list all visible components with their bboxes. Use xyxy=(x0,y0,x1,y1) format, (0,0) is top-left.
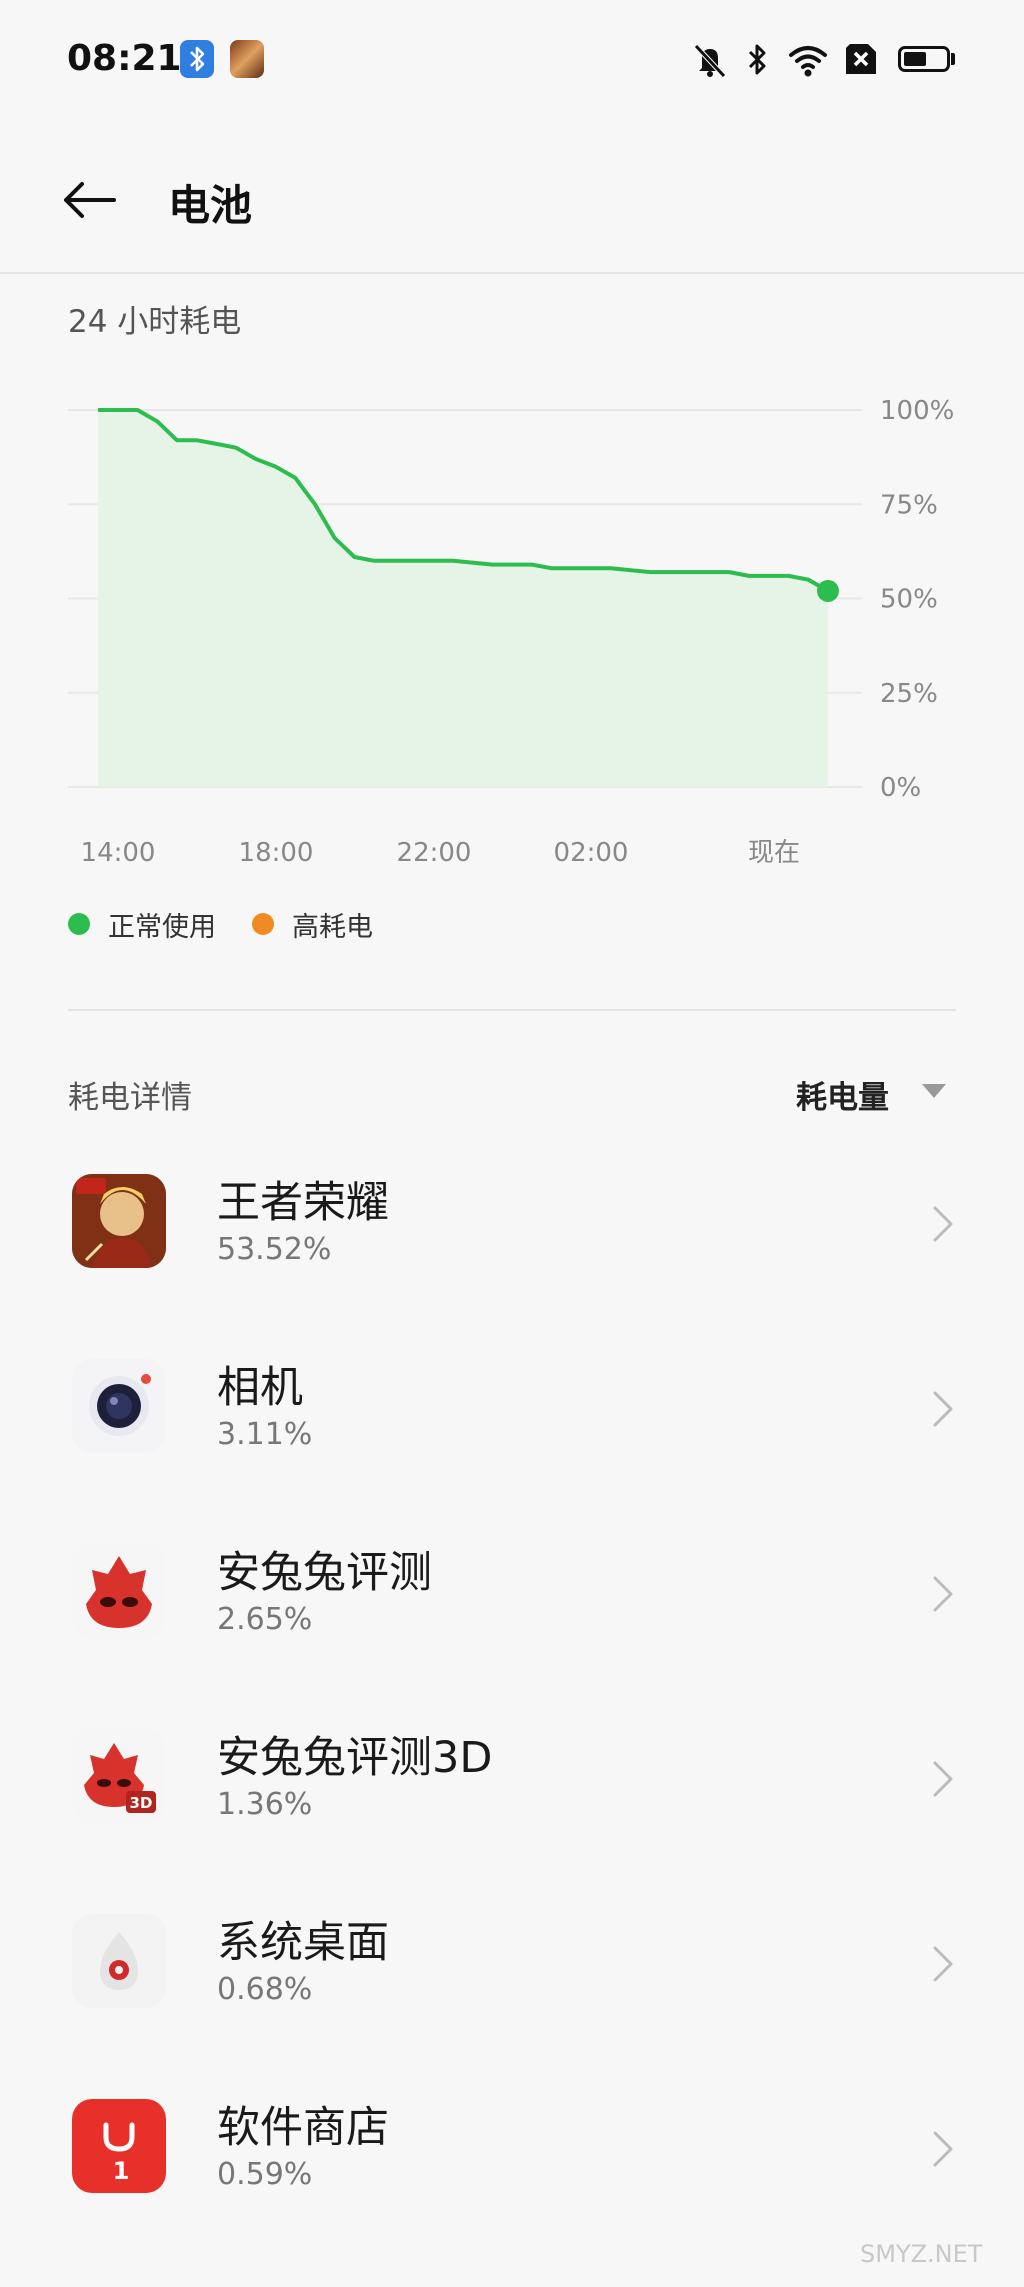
x-tick-label: 18:00 xyxy=(239,838,314,868)
app-percent: 0.68% xyxy=(217,1972,313,2007)
app-row-system-launcher[interactable]: 系统桌面 0.68% xyxy=(0,1890,1024,2075)
x-tick-label: 14:00 xyxy=(81,838,156,868)
legend-dot-normal xyxy=(68,913,90,935)
app-row-antutu-3d[interactable]: 3D 安兔兔评测3D 1.36% xyxy=(0,1705,1024,1890)
watermark: SMYZ.NET xyxy=(860,2240,983,2268)
app-name: 系统桌面 xyxy=(217,1918,389,1968)
app-row-camera[interactable]: 相机 3.11% xyxy=(0,1335,1024,1520)
app-row-app-store[interactable]: 1 软件商店 0.59% xyxy=(0,2075,1024,2260)
section-divider xyxy=(68,1009,956,1011)
app-percent: 0.59% xyxy=(217,2157,313,2192)
header-divider xyxy=(0,272,1024,274)
svg-text:1: 1 xyxy=(113,2157,130,2185)
chevron-right-icon xyxy=(933,1391,953,1427)
app-header: 电池 xyxy=(0,120,1024,270)
y-tick-label: 25% xyxy=(880,679,938,709)
mute-icon xyxy=(694,44,726,78)
antutu-app-icon xyxy=(72,1544,166,1638)
no-sim-icon xyxy=(846,44,876,74)
usage-section-title: 24 小时耗电 xyxy=(68,304,242,340)
battery-area xyxy=(98,410,828,787)
camera-app-icon xyxy=(72,1359,166,1453)
battery-usage-chart: 100% 75% 50% 25% 0% 14:00 18:00 22:00 02:00 现在 xyxy=(0,380,1024,880)
page-title: 电池 xyxy=(168,181,253,230)
bluetooth-app-icon xyxy=(180,40,214,78)
app-percent: 1.36% xyxy=(217,1787,313,1822)
svg-text:3D: 3D xyxy=(130,1794,153,1812)
system-launcher-app-icon xyxy=(72,1914,166,2008)
app-name: 相机 xyxy=(217,1363,303,1413)
x-tick-label: 22:00 xyxy=(397,838,472,868)
bluetooth-icon xyxy=(748,44,766,75)
chevron-down-icon xyxy=(922,1084,946,1098)
sort-label: 耗电量 xyxy=(796,1080,889,1116)
back-arrow-icon xyxy=(64,182,116,218)
app-row-antutu[interactable]: 安兔兔评测 2.65% xyxy=(0,1520,1024,1705)
status-icons xyxy=(690,40,960,80)
app-percent: 3.11% xyxy=(217,1417,313,1452)
app-name: 软件商店 xyxy=(217,2103,389,2153)
legend-label-normal: 正常使用 xyxy=(108,912,216,943)
y-tick-label: 75% xyxy=(880,490,938,520)
wifi-icon xyxy=(789,46,827,77)
x-tick-label: 现在 xyxy=(748,838,800,868)
app-percent: 53.52% xyxy=(217,1232,332,1267)
x-tick-label: 02:00 xyxy=(554,838,629,868)
honor-of-kings-app-icon xyxy=(72,1174,166,1268)
app-store-app-icon: 1 xyxy=(72,2099,166,2193)
status-time: 08:21 xyxy=(67,38,182,79)
app-percent: 2.65% xyxy=(217,1602,313,1637)
app-row-honor-of-kings[interactable]: 王者荣耀 53.52% xyxy=(0,1150,1024,1335)
status-bar: 08:21 xyxy=(0,0,1024,120)
chevron-right-icon xyxy=(933,1946,953,1982)
back-button[interactable] xyxy=(60,178,120,222)
y-tick-label: 50% xyxy=(880,585,938,615)
battery-level-chart: 100% 75% 50% 25% 0% 14:00 18:00 22:00 02:00 现在 xyxy=(68,396,954,868)
chevron-right-icon xyxy=(933,1576,953,1612)
chevron-right-icon xyxy=(933,2131,953,2167)
legend-label-high: 高耗电 xyxy=(292,912,373,943)
y-tick-label: 100% xyxy=(880,396,954,426)
game-notification-icon xyxy=(230,40,264,78)
current-level-dot xyxy=(817,579,839,602)
chevron-right-icon xyxy=(933,1761,953,1797)
details-section-title: 耗电详情 xyxy=(68,1080,192,1116)
chevron-right-icon xyxy=(933,1206,953,1242)
y-tick-label: 0% xyxy=(880,773,921,803)
app-name: 安兔兔评测 xyxy=(217,1548,432,1598)
legend-dot-high xyxy=(252,913,274,935)
sort-dropdown[interactable]: 耗电量 xyxy=(796,1072,956,1116)
antutu-3d-app-icon: 3D xyxy=(72,1729,166,1823)
app-name: 安兔兔评测3D xyxy=(217,1733,493,1783)
app-name: 王者荣耀 xyxy=(217,1178,389,1228)
